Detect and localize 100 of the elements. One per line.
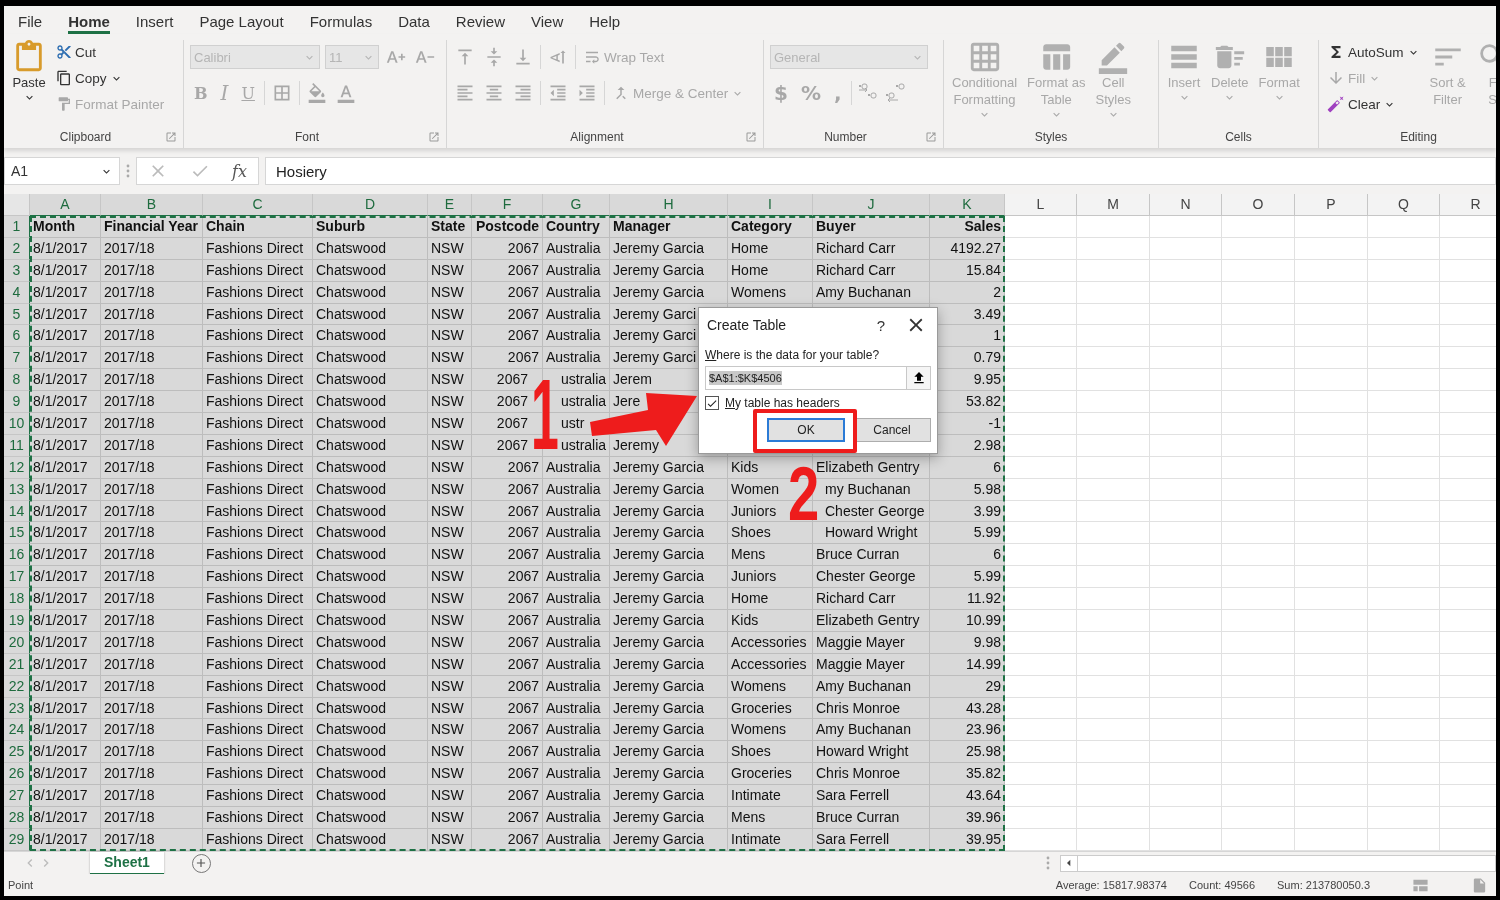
row-header[interactable]: 17 [4,566,30,589]
dialog-launcher-icon[interactable] [745,131,757,143]
table-cell: 2067 [472,500,543,523]
table-cell: 2017/18 [101,807,203,829]
table-cell: Mens [728,807,813,829]
row-header[interactable]: 29 [4,828,30,851]
horizontal-scrollbar[interactable] [1060,854,1496,872]
row-header[interactable]: 24 [4,719,30,742]
column-header[interactable]: N [1150,194,1222,216]
ribbon-tab[interactable]: Page Layout [199,13,284,34]
dialog-launcher-icon[interactable] [428,131,440,143]
row-header[interactable]: 23 [4,697,30,720]
table-cell: 2067 [472,413,543,435]
row-header[interactable]: 9 [4,391,30,413]
column-header[interactable]: D [313,194,428,216]
table-cell: 43.64 [930,785,1005,808]
row-header[interactable]: 6 [4,325,30,348]
table-cell: 2067 [472,281,543,304]
paste-button[interactable]: Paste [10,40,48,126]
group-label: Styles [1033,129,1069,146]
row-header[interactable]: 16 [4,544,30,567]
row-header[interactable]: 15 [4,522,30,545]
row-header[interactable]: 2 [4,237,30,260]
column-header[interactable]: G [543,194,610,216]
column-header[interactable]: C [203,194,313,216]
row-header[interactable]: 19 [4,610,30,632]
table-cell: Australia [543,588,610,611]
column-header[interactable]: O [1222,194,1295,216]
ribbon-tab[interactable]: Insert [135,13,174,34]
table-cell: Chatswood [313,522,428,545]
column-header[interactable]: M [1077,194,1150,216]
name-box[interactable]: A1 [4,157,120,185]
table-cell: Richard Carr [813,237,930,260]
ribbon-tab[interactable]: Formulas [309,13,373,34]
row-header[interactable]: 1 [4,216,30,238]
row-header[interactable]: 8 [4,369,30,392]
range-field[interactable]: $A$1:$K$4506 [705,366,931,390]
row-header[interactable]: 20 [4,631,30,654]
dialog-button[interactable]: OK [767,418,845,442]
table-cell: 2017/18 [101,478,203,501]
row-header[interactable]: 10 [4,413,30,435]
collapse-dialog-button[interactable] [906,367,930,389]
page-layout-icon[interactable] [1471,876,1488,894]
table-cell: Australia [543,631,610,654]
table-cell: Home [728,237,813,260]
table-cell: 2067 [472,456,543,479]
ribbon-tab[interactable]: Review [455,13,505,34]
table-cell: Jeremy Garcia [610,719,728,742]
ribbon-tab[interactable]: File [18,13,43,34]
sheet-tab[interactable]: Sheet1 [90,851,164,875]
row-header[interactable]: 27 [4,785,30,808]
row-header[interactable]: 25 [4,741,30,764]
column-header[interactable]: Q [1368,194,1440,216]
dialog-launcher-icon[interactable] [165,131,177,143]
row-header[interactable]: 28 [4,807,30,829]
row-header[interactable]: 26 [4,763,30,786]
column-header[interactable]: J [813,194,930,216]
row-header[interactable]: 22 [4,675,30,698]
row-header[interactable]: 7 [4,347,30,370]
table-cell: 2017/18 [101,325,203,348]
headers-checkbox[interactable] [705,396,719,410]
row-header[interactable]: 11 [4,434,30,457]
formula-field[interactable]: Hosiery [265,157,1496,185]
row-header[interactable]: 18 [4,588,30,611]
select-all-corner[interactable] [4,194,30,216]
column-header[interactable]: H [610,194,728,216]
ribbon-tab[interactable]: Data [398,13,430,34]
editing-button[interactable]: AutoSum [1325,40,1422,64]
row-header[interactable]: 3 [4,259,30,282]
row-header[interactable]: 5 [4,303,30,326]
column-header[interactable]: E [428,194,472,216]
row-header[interactable]: 12 [4,456,30,479]
insert-function-button[interactable]: fx [232,161,247,181]
column-header[interactable]: L [1005,194,1077,216]
column-header[interactable]: P [1295,194,1368,216]
dialog-launcher-icon[interactable] [925,131,937,143]
column-header[interactable]: B [101,194,203,216]
table-cell: Chatswood [313,588,428,611]
table-cell: NSW [428,631,472,654]
column-header[interactable]: A [30,194,101,216]
column-header[interactable]: R [1440,194,1496,216]
table-cell: Chris Monroe [813,697,930,720]
column-header[interactable]: F [472,194,543,216]
ribbon-tab[interactable]: Help [589,13,621,34]
table-cell: Chatswood [313,653,428,676]
row-header[interactable]: 13 [4,478,30,501]
copy-button[interactable]: Copy [54,66,167,90]
cut-button[interactable]: Cut [54,40,167,64]
editing-button[interactable]: Clear [1325,92,1422,116]
row-header[interactable]: 4 [4,281,30,304]
column-header[interactable]: K [930,194,1005,216]
table-cell: 2067 [472,566,543,589]
row-header[interactable]: 21 [4,653,30,676]
row-header[interactable]: 14 [4,500,30,523]
table-cell: Country [543,216,610,238]
help-button[interactable]: ? [861,315,901,335]
group-label: Editing [1399,129,1438,146]
table-cell: Fashions Direct [203,500,313,523]
ribbon-tab[interactable]: View [531,13,564,34]
column-header[interactable]: I [728,194,813,216]
